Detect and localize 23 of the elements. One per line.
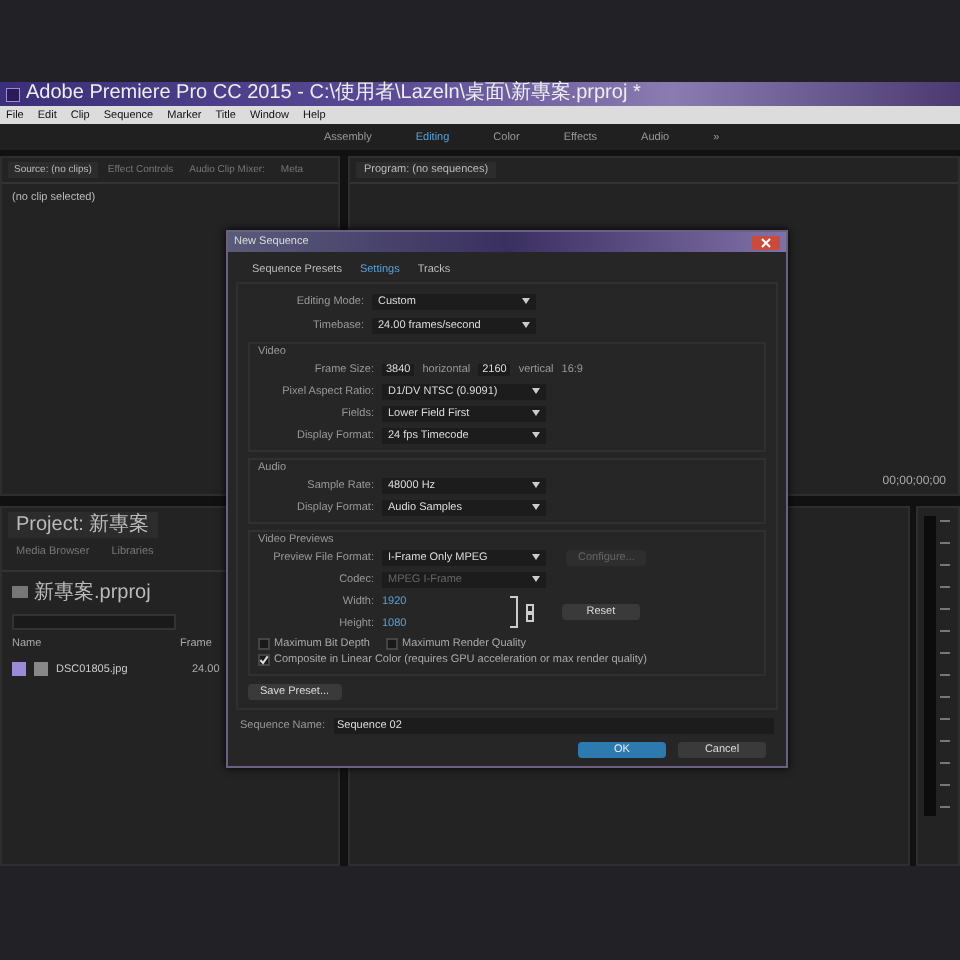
caret-icon (522, 322, 530, 328)
panel-tab[interactable]: Project: 新專案 (8, 512, 158, 538)
window-title: Adobe Premiere Pro CC 2015 - C:\使用者\Lazeln\桌面\新專案.prproj * (26, 82, 641, 106)
checkbox[interactable] (258, 638, 270, 650)
caret-icon (532, 482, 540, 488)
caret-icon (532, 388, 540, 394)
label-swatch-icon (12, 662, 26, 676)
app-icon (6, 87, 20, 101)
caret-icon (532, 432, 540, 438)
close-icon[interactable] (752, 235, 780, 249)
checkbox[interactable] (258, 654, 270, 666)
caret-icon (532, 554, 540, 560)
checkbox[interactable] (386, 638, 398, 650)
caret-icon (532, 410, 540, 416)
image-file-icon (34, 662, 48, 676)
folder-icon (12, 586, 28, 598)
caret-icon (522, 298, 530, 304)
link-icon[interactable] (526, 603, 535, 621)
caret-icon (532, 504, 540, 510)
bracket-icon (510, 596, 519, 628)
caret-icon (532, 576, 540, 582)
search-field[interactable] (12, 614, 176, 630)
project-filename: 新專案.prproj (34, 579, 151, 606)
